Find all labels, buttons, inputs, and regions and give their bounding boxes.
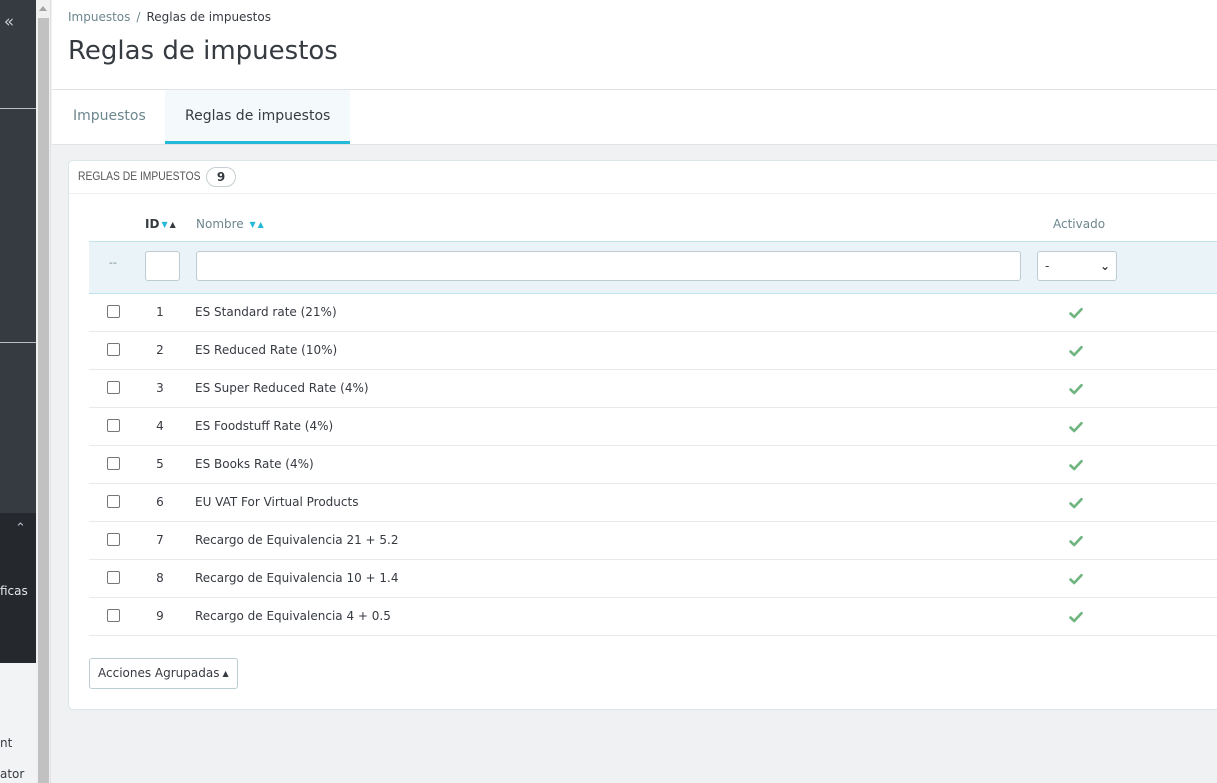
tax-rules-table-body: 1 ES Standard rate (21%) 2 ES Reduced Rate … [89, 294, 1217, 636]
active-filter-select[interactable]: - ⌄ [1037, 251, 1117, 281]
tax-rules-panel: Reglas de impuestos 9 ID ▼ ▲ Nombre ▼ ▲ Act… [68, 160, 1217, 710]
count-badge: 9 [206, 167, 236, 187]
row-name[interactable]: ES Reduced Rate (10%) [195, 332, 337, 369]
row-name[interactable]: Recargo de Equivalencia 10 + 1.4 [195, 560, 399, 597]
row-id: 3 [156, 381, 164, 395]
chevron-down-icon: ⌄ [1099, 259, 1110, 273]
tab-reglas-de-impuestos[interactable]: Reglas de impuestos [165, 90, 351, 144]
check-icon[interactable] [1069, 382, 1083, 396]
row-checkbox[interactable] [107, 571, 120, 584]
breadcrumb-separator: / [136, 10, 141, 24]
sidebar-item-label[interactable]: ficas [0, 584, 36, 598]
check-icon[interactable] [1069, 496, 1083, 510]
column-label: ID [145, 217, 160, 231]
table-row[interactable]: 9 Recargo de Equivalencia 4 + 0.5 [89, 598, 1217, 636]
page-header: Impuestos / Reglas de impuestos Reglas de … [52, 0, 1217, 90]
sidebar-divider [0, 342, 36, 343]
bulk-actions-button[interactable]: Acciones Agrupadas ▲ [89, 658, 238, 689]
sidebar-active-section[interactable]: ⌃ ficas [0, 513, 36, 663]
row-id: 9 [156, 609, 164, 623]
sidebar-item-label[interactable]: nt [0, 736, 36, 750]
column-label: Nombre [196, 217, 244, 231]
row-id: 5 [156, 457, 164, 471]
caret-up-icon: ▲ [222, 669, 229, 678]
check-icon[interactable] [1069, 534, 1083, 548]
check-icon[interactable] [1069, 610, 1083, 624]
bulk-filter-placeholder: -- [109, 256, 117, 269]
row-name[interactable]: ES Super Reduced Rate (4%) [195, 370, 369, 407]
table-row[interactable]: 7 Recargo de Equivalencia 21 + 5.2 [89, 522, 1217, 560]
tab-impuestos[interactable]: Impuestos [53, 90, 166, 144]
active-filter-value: - [1045, 259, 1050, 273]
check-icon[interactable] [1069, 306, 1083, 320]
breadcrumb: Impuestos / Reglas de impuestos [68, 10, 271, 24]
scroll-up-arrow-icon[interactable] [39, 6, 47, 11]
row-name[interactable]: Recargo de Equivalencia 4 + 0.5 [195, 598, 391, 635]
check-icon[interactable] [1069, 458, 1083, 472]
table-row[interactable]: 5 ES Books Rate (4%) [89, 446, 1217, 484]
sort-desc-icon[interactable]: ▼ [161, 220, 167, 229]
row-checkbox[interactable] [107, 343, 120, 356]
check-icon[interactable] [1069, 572, 1083, 586]
row-id: 7 [156, 533, 164, 547]
page-title: Reglas de impuestos [68, 36, 338, 66]
row-id: 6 [156, 495, 164, 509]
row-id: 1 [156, 305, 164, 319]
sidebar-divider [0, 108, 36, 109]
row-id: 8 [156, 571, 164, 585]
tab-bar: Impuestos Reglas de impuestos [52, 90, 1217, 145]
chevron-up-icon[interactable]: ⌃ [15, 521, 26, 536]
filter-row: -- - ⌄ [89, 241, 1217, 294]
table-row[interactable]: 3 ES Super Reduced Rate (4%) [89, 370, 1217, 408]
panel-title: Reglas de impuestos [78, 169, 201, 183]
sort-asc-icon[interactable]: ▲ [258, 220, 264, 229]
row-name[interactable]: ES Foodstuff Rate (4%) [195, 408, 333, 445]
table-row[interactable]: 4 ES Foodstuff Rate (4%) [89, 408, 1217, 446]
column-header-active: Activado [1053, 217, 1106, 231]
name-filter-input[interactable] [196, 251, 1021, 281]
table-row[interactable]: 2 ES Reduced Rate (10%) [89, 332, 1217, 370]
scrollbar-thumb[interactable] [38, 18, 49, 783]
table-row[interactable]: 1 ES Standard rate (21%) [89, 294, 1217, 332]
column-header-name: Nombre ▼ ▲ [196, 217, 264, 231]
sort-desc-icon[interactable]: ▼ [250, 220, 256, 229]
sort-asc-icon[interactable]: ▲ [170, 220, 176, 229]
row-name[interactable]: ES Standard rate (21%) [195, 294, 337, 331]
breadcrumb-link-impuestos[interactable]: Impuestos [68, 10, 130, 24]
sidebar-item-label[interactable]: ator [0, 767, 36, 781]
sidebar-scrollbar[interactable] [36, 0, 51, 783]
row-name[interactable]: Recargo de Equivalencia 21 + 5.2 [195, 522, 399, 559]
row-checkbox[interactable] [107, 419, 120, 432]
row-id: 4 [156, 419, 164, 433]
row-checkbox[interactable] [107, 305, 120, 318]
row-checkbox[interactable] [107, 495, 120, 508]
row-name[interactable]: ES Books Rate (4%) [195, 446, 314, 483]
row-checkbox[interactable] [107, 381, 120, 394]
sidebar: « ⌃ ficas nt ator [0, 0, 36, 783]
panel-heading: Reglas de impuestos 9 [69, 161, 1217, 194]
table-row[interactable]: 8 Recargo de Equivalencia 10 + 1.4 [89, 560, 1217, 598]
table-row[interactable]: 6 EU VAT For Virtual Products [89, 484, 1217, 522]
row-checkbox[interactable] [107, 533, 120, 546]
row-id: 2 [156, 343, 164, 357]
row-name[interactable]: EU VAT For Virtual Products [195, 484, 358, 521]
column-header-id: ID ▼ ▲ [145, 217, 176, 231]
breadcrumb-current: Reglas de impuestos [146, 10, 271, 24]
row-checkbox[interactable] [107, 609, 120, 622]
id-filter-input[interactable] [145, 251, 180, 281]
sidebar-lower: nt ator [0, 663, 36, 783]
bulk-actions-label: Acciones Agrupadas [98, 666, 220, 680]
row-checkbox[interactable] [107, 457, 120, 470]
check-icon[interactable] [1069, 344, 1083, 358]
check-icon[interactable] [1069, 420, 1083, 434]
collapse-sidebar-icon[interactable]: « [0, 12, 18, 32]
